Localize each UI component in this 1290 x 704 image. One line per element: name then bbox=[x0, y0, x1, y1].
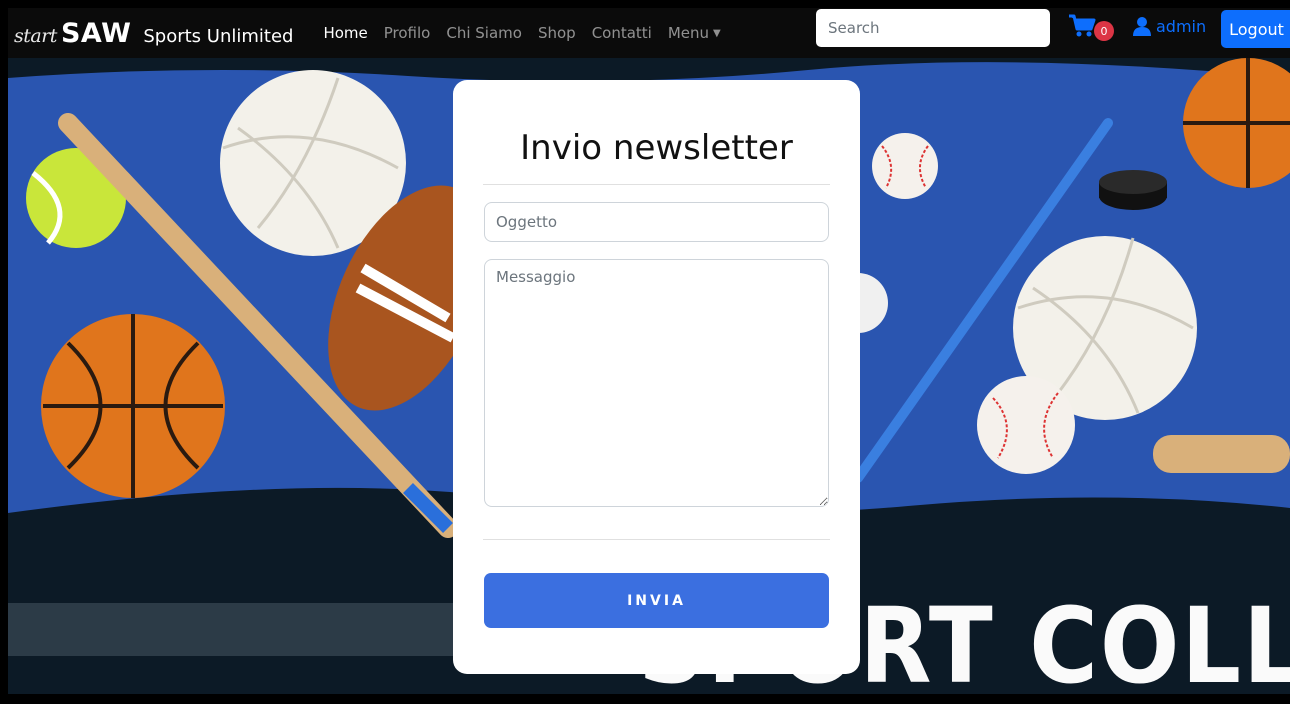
search-input[interactable] bbox=[816, 9, 1050, 47]
submit-button[interactable]: INVIA bbox=[484, 573, 829, 628]
chevron-down-icon: ▼ bbox=[713, 28, 721, 39]
brand-sub-text: Sports Unlimited bbox=[143, 25, 294, 47]
bottom-strip bbox=[0, 694, 1290, 704]
nav-home[interactable]: Home bbox=[315, 24, 375, 42]
brand-main-text: SAW bbox=[60, 17, 132, 49]
nav-profilo[interactable]: Profilo bbox=[376, 24, 439, 42]
brand-script-text: start bbox=[14, 24, 57, 47]
subject-input[interactable] bbox=[484, 202, 829, 242]
logout-button[interactable]: Logout bbox=[1221, 10, 1290, 48]
top-navbar: start SAW Sports Unlimited Home Profilo … bbox=[8, 8, 1290, 58]
user-name: admin bbox=[1156, 16, 1207, 36]
brand-logo[interactable]: start SAW Sports Unlimited bbox=[14, 18, 293, 49]
divider-bottom bbox=[483, 539, 830, 540]
user-icon bbox=[1133, 17, 1151, 36]
nav-chi-siamo[interactable]: Chi Siamo bbox=[438, 24, 530, 42]
user-menu[interactable]: admin bbox=[1132, 16, 1206, 36]
cart-count-badge: 0 bbox=[1094, 21, 1114, 41]
nav-links: Home Profilo Chi Siamo Shop Contatti Men… bbox=[315, 24, 728, 42]
message-textarea[interactable] bbox=[484, 259, 829, 507]
cart-button[interactable]: 0 bbox=[1068, 14, 1116, 44]
nav-contatti[interactable]: Contatti bbox=[584, 24, 660, 42]
nav-menu-dropdown[interactable]: Menu ▼ bbox=[660, 24, 729, 42]
divider-top bbox=[483, 184, 830, 185]
page-title: Invio newsletter bbox=[520, 128, 793, 168]
nav-shop[interactable]: Shop bbox=[530, 24, 584, 42]
newsletter-card: Invio newsletter INVIA bbox=[453, 80, 860, 674]
nav-menu-label: Menu bbox=[667, 24, 710, 42]
cart-icon bbox=[1069, 14, 1096, 37]
